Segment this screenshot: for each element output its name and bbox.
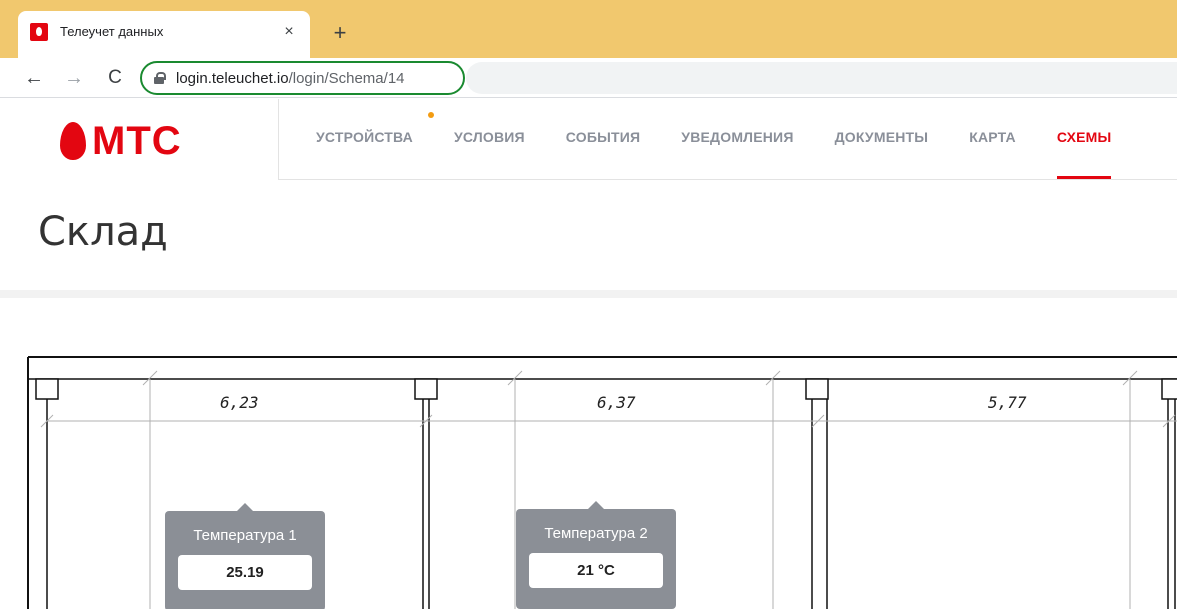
notification-dot [428,112,434,118]
dimension-label: 5,77 [988,393,1027,412]
sensor-value: 25.19 [178,555,312,590]
section-separator [0,290,1177,298]
nav-item-schemas[interactable]: СХЕМЫ [1056,129,1112,179]
nav-item-conditions[interactable]: УСЛОВИЯ [454,129,525,145]
sensor-card-temperature-2[interactable]: Температура 2 21 °C [516,501,676,609]
page-title: Склад [38,209,168,255]
url-path: /login/Schema/14 [288,69,405,87]
tab-title: Телеучет данных [60,24,164,39]
address-bar-extension[interactable] [466,62,1177,94]
back-arrow-icon[interactable]: ← [22,66,46,90]
sensor-value: 21 °C [529,553,663,588]
sensor-card-temperature-1[interactable]: Температура 1 25.19 [165,503,325,609]
dimension-label: 6,37 [597,393,636,412]
close-tab-icon[interactable]: × [280,23,298,41]
nav-item-events[interactable]: СОБЫТИЯ [566,129,641,145]
browser-toolbar: ← → C login.teleuchet.io/login/Schema/14 [0,58,1177,98]
mts-egg-icon [60,122,86,160]
main-nav: УСТРОЙСТВА УСЛОВИЯ СОБЫТИЯ УВЕДОМЛЕНИЯ Д… [316,129,1152,179]
header-divider [278,99,279,179]
reload-icon[interactable]: C [103,66,127,90]
forward-arrow-icon[interactable]: → [62,66,86,90]
browser-tab[interactable]: Телеучет данных × [18,11,310,59]
new-tab-button[interactable]: + [327,20,353,46]
floor-plan-schema[interactable]: 6,23 6,37 5,77 Температура 1 25.19 Темпе… [0,349,1177,609]
nav-item-documents[interactable]: ДОКУМЕНТЫ [835,129,929,145]
nav-item-devices[interactable]: УСТРОЙСТВА [316,129,413,145]
logo-text: МТС [92,119,182,163]
sensor-title: Температура 2 [544,525,648,542]
lock-icon[interactable] [154,72,166,84]
browser-tabstrip: Телеучет данных × + [0,0,1177,59]
address-bar[interactable]: login.teleuchet.io/login/Schema/14 [140,61,465,95]
sensor-title: Температура 1 [193,527,297,544]
url-host: login.teleuchet.io [176,69,289,87]
mts-favicon-icon [30,23,48,41]
mts-logo[interactable]: МТС [60,121,182,161]
nav-item-notifications[interactable]: УВЕДОМЛЕНИЯ [681,129,793,145]
nav-item-map[interactable]: КАРТА [969,129,1016,145]
dimension-label: 6,23 [220,393,259,412]
page: МТС УСТРОЙСТВА УСЛОВИЯ СОБЫТИЯ УВЕДОМЛЕН… [0,99,1177,609]
nav-bottom-border [278,179,1177,180]
